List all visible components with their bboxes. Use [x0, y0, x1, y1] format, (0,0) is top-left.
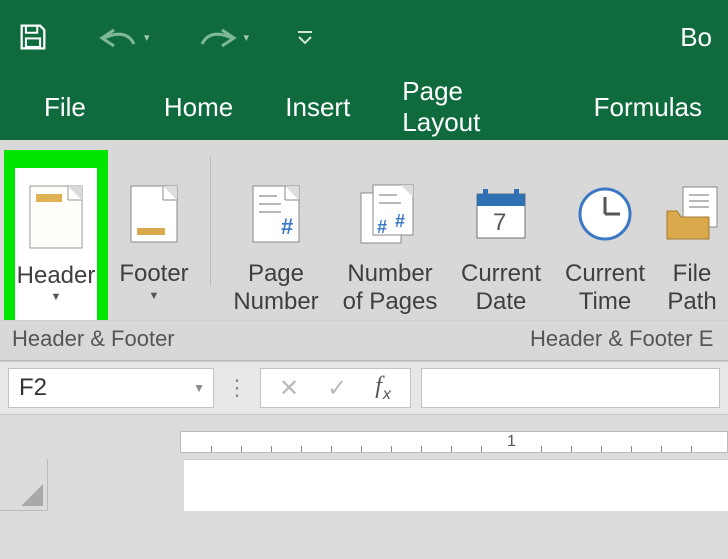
tab-insert[interactable]: Insert	[259, 92, 376, 123]
svg-text:#: #	[395, 211, 405, 231]
header-button[interactable]: Header ▼	[4, 150, 108, 320]
page-number-label-2: Number	[233, 288, 318, 316]
formula-bar-grip-icon: ⋮	[224, 375, 250, 401]
chevron-down-icon[interactable]: ▼	[193, 381, 205, 395]
row-header-gap	[48, 459, 184, 511]
chevron-down-icon: ▼	[51, 291, 62, 304]
insert-function-icon[interactable]: fx	[375, 373, 392, 404]
file-path-label-2: Path	[667, 288, 716, 316]
horizontal-ruler[interactable]: 1	[180, 431, 728, 453]
worksheet-area	[0, 459, 728, 559]
ribbon-group-header-footer-elements: Header & Footer E	[220, 326, 728, 352]
footer-icon	[129, 174, 179, 254]
tab-home[interactable]: Home	[138, 92, 259, 123]
current-time-label-2: Time	[579, 288, 631, 316]
group-divider	[210, 156, 211, 286]
file-path-label-1: File	[673, 260, 712, 288]
chevron-down-icon: ▼	[149, 290, 160, 303]
page-number-button[interactable]: # Page Number	[221, 150, 331, 320]
page-number-icon: #	[251, 174, 301, 254]
customize-qat-icon[interactable]	[295, 27, 315, 47]
formula-bar-controls: ✕ ✓ fx	[260, 368, 411, 408]
current-date-label-2: Date	[476, 288, 527, 316]
svg-text:#: #	[377, 217, 387, 237]
clock-icon	[576, 174, 634, 254]
formula-input[interactable]	[421, 368, 720, 408]
footer-button[interactable]: Footer ▼	[108, 150, 200, 320]
number-of-pages-button[interactable]: # # Number of Pages	[331, 150, 449, 320]
quick-access-toolbar: ▾ ▾	[16, 20, 315, 54]
title-bar: ▾ ▾ Bo	[0, 0, 728, 74]
number-of-pages-label-2: of Pages	[343, 288, 438, 316]
enter-icon[interactable]: ✓	[327, 374, 347, 403]
tab-page-layout[interactable]: Page Layout	[376, 76, 567, 138]
current-date-label-1: Current	[461, 260, 541, 288]
svg-text:7: 7	[493, 209, 506, 236]
tab-file[interactable]: File	[0, 92, 138, 123]
header-label: Header	[17, 262, 96, 290]
ribbon: Header ▼ Footer ▼	[0, 140, 728, 361]
undo-icon[interactable]: ▾	[96, 22, 150, 52]
current-date-button[interactable]: 7 Current Date	[449, 150, 553, 320]
number-of-pages-label-1: Number	[347, 260, 432, 288]
calendar-icon: 7	[473, 174, 529, 254]
grid-cells[interactable]	[184, 459, 728, 511]
ruler-area: 1	[0, 415, 728, 459]
select-all-triangle[interactable]	[0, 459, 48, 511]
header-icon	[28, 178, 84, 256]
page-number-label-1: Page	[248, 260, 304, 288]
current-time-button[interactable]: Current Time	[553, 150, 657, 320]
current-time-label-1: Current	[565, 260, 645, 288]
number-of-pages-icon: # #	[359, 174, 421, 254]
save-icon[interactable]	[16, 20, 50, 54]
ribbon-tabs: File Home Insert Page Layout Formulas	[0, 74, 728, 140]
ruler-label-1: 1	[507, 433, 516, 451]
ribbon-group-header-footer: Header & Footer	[0, 326, 220, 352]
cancel-icon[interactable]: ✕	[279, 374, 299, 403]
footer-label: Footer	[119, 260, 188, 288]
workbook-title: Bo	[680, 22, 712, 53]
formula-bar: F2 ▼ ⋮ ✕ ✓ fx	[0, 361, 728, 415]
svg-text:#: #	[281, 214, 293, 239]
name-box-value: F2	[19, 374, 47, 402]
tab-formulas[interactable]: Formulas	[568, 92, 728, 123]
file-path-button[interactable]: File Path	[657, 150, 727, 320]
redo-icon[interactable]: ▾	[196, 22, 250, 52]
file-path-icon	[663, 174, 721, 254]
name-box[interactable]: F2 ▼	[8, 368, 214, 408]
